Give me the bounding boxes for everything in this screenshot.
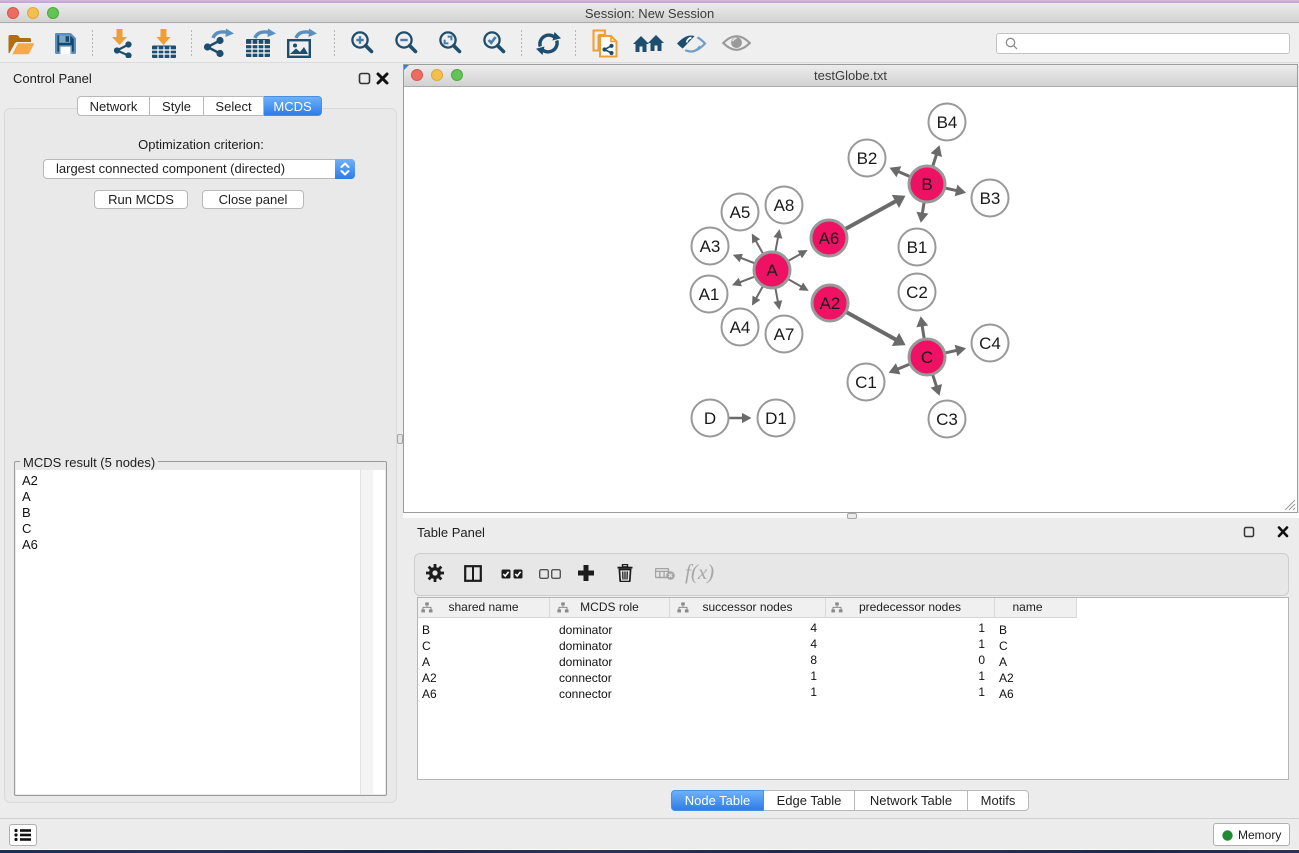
svg-text:D: D (704, 409, 716, 428)
svg-text:B4: B4 (937, 113, 958, 132)
svg-text:A5: A5 (730, 203, 751, 222)
svg-text:C2: C2 (906, 283, 928, 302)
svg-text:A: A (766, 261, 778, 280)
svg-text:D1: D1 (765, 409, 787, 428)
svg-text:A6: A6 (819, 229, 840, 248)
svg-text:A2: A2 (820, 294, 841, 313)
svg-text:A1: A1 (699, 285, 720, 304)
svg-text:B3: B3 (980, 189, 1001, 208)
svg-text:A4: A4 (730, 318, 751, 337)
svg-text:A3: A3 (700, 237, 721, 256)
svg-text:C4: C4 (979, 334, 1001, 353)
svg-text:C: C (921, 348, 933, 367)
svg-text:A8: A8 (774, 196, 795, 215)
svg-text:C3: C3 (936, 410, 958, 429)
svg-text:B1: B1 (907, 238, 928, 257)
svg-text:B: B (921, 175, 932, 194)
svg-text:A7: A7 (774, 325, 795, 344)
svg-text:B2: B2 (857, 149, 878, 168)
svg-text:C1: C1 (855, 373, 877, 392)
